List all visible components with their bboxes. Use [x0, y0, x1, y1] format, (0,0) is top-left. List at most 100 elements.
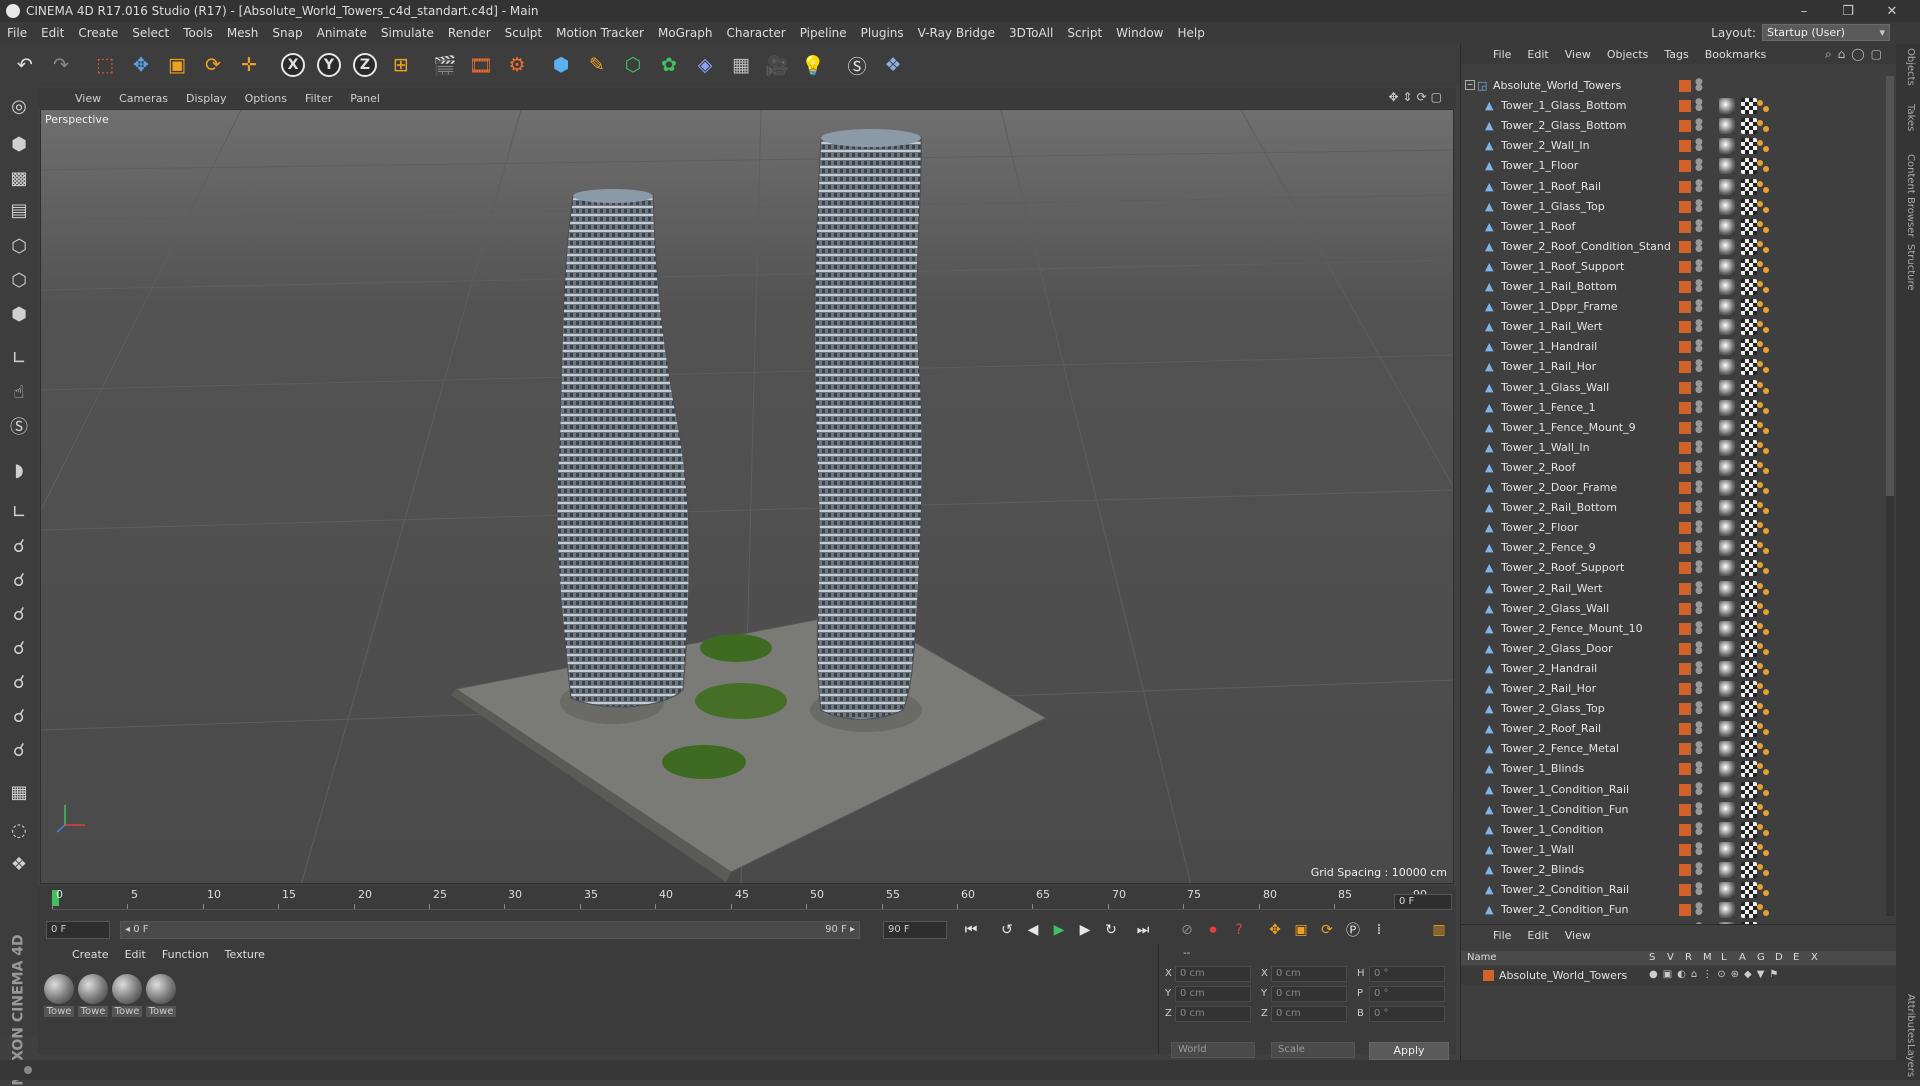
object-name[interactable]: Tower_1_Roof_Rail [1501, 180, 1601, 193]
cube-icon[interactable]: ⬢ [544, 48, 578, 82]
layer-color-icon[interactable] [1679, 763, 1691, 775]
object-name[interactable]: Tower_1_Rail_Hor [1501, 360, 1596, 373]
layer-color-icon[interactable] [1679, 562, 1691, 574]
coord-rotation-field[interactable]: 0 ° [1369, 966, 1445, 982]
visibility-dots-icon[interactable]: ●● [1695, 380, 1703, 395]
material-tag-dot-icon[interactable] [1757, 763, 1763, 769]
material-tag-dot-icon[interactable] [1757, 241, 1763, 247]
phong-tag-icon[interactable] [1719, 440, 1735, 456]
viewport-navigation-icons[interactable]: ✥⇕⟳▢ [1388, 90, 1446, 104]
uvw-tag-icon[interactable] [1741, 621, 1757, 637]
phong-tag-icon[interactable] [1719, 621, 1735, 637]
phong-tag-icon[interactable] [1719, 219, 1735, 235]
material-tag-dot-icon[interactable] [1757, 804, 1763, 810]
uvw-tag-icon[interactable] [1741, 440, 1757, 456]
go-to-end-icon[interactable]: ⏭ [1132, 919, 1154, 941]
layer-column-name[interactable]: Name [1467, 952, 1497, 963]
sculpt-grab-icon[interactable]: ☌ [3, 530, 35, 562]
phong-tag-icon[interactable] [1719, 581, 1735, 597]
object-name[interactable]: Tower_2_Glass_Door [1501, 642, 1613, 655]
layer-color-icon[interactable] [1679, 140, 1691, 152]
layer-color-icon[interactable] [1679, 201, 1691, 213]
end-frame-field[interactable]: 90 F [883, 921, 947, 939]
material-tag-dot-icon[interactable] [1763, 528, 1769, 534]
material-tag-dot-icon[interactable] [1763, 207, 1769, 213]
uvw-tag-icon[interactable] [1741, 480, 1757, 496]
uvw-tag-icon[interactable] [1741, 681, 1757, 697]
viewport-menu-cameras[interactable]: Cameras [110, 92, 177, 105]
material-tag-dot-icon[interactable] [1763, 548, 1769, 554]
visibility-dots-icon[interactable]: ●● [1695, 661, 1703, 676]
phong-tag-icon[interactable] [1719, 661, 1735, 677]
layer-color-icon[interactable] [1679, 341, 1691, 353]
sculpt-knife-icon[interactable]: ☌ [3, 700, 35, 732]
start-frame-field[interactable]: 0 F [46, 921, 110, 939]
object-row[interactable]: ▲ Tower_2_Glass_Bottom ● ● [1461, 116, 1891, 136]
phong-tag-icon[interactable] [1719, 279, 1735, 295]
object-menu-tags[interactable]: Tags [1656, 48, 1696, 61]
visibility-dots-icon[interactable]: ●● [1695, 500, 1703, 515]
object-name[interactable]: Tower_2_Roof [1501, 461, 1575, 474]
scale-icon[interactable]: ▣ [160, 48, 194, 82]
menu-v-ray-bridge[interactable]: V-Ray Bridge [911, 26, 1002, 40]
visibility-dots-icon[interactable]: ●● [1695, 842, 1703, 857]
layer-menu-view[interactable]: View [1557, 929, 1599, 942]
visibility-dots-icon[interactable]: ●● [1695, 862, 1703, 877]
visibility-dots-icon[interactable]: ●● [1695, 440, 1703, 455]
polygons-mode-icon[interactable]: ⬢ [3, 298, 35, 330]
phong-tag-icon[interactable] [1719, 138, 1735, 154]
visibility-dots-icon[interactable]: ●● [1695, 259, 1703, 274]
phong-tag-icon[interactable] [1719, 782, 1735, 798]
visibility-dots-icon[interactable]: ●● [1695, 560, 1703, 575]
object-row[interactable]: ▲ Tower_1_Wall_In ● ● [1461, 438, 1891, 458]
object-name[interactable]: Tower_1_Fence_1 [1501, 401, 1596, 414]
object-row[interactable]: ▲ Tower_1_Handrail ● ● [1461, 337, 1891, 357]
object-row[interactable]: ▲ Tower_1_Condition_Rail ● ● [1461, 780, 1891, 800]
visibility-dots-icon[interactable]: ●● [1695, 118, 1703, 133]
visibility-dots-icon[interactable]: ●● [1695, 581, 1703, 596]
material-tag-dot-icon[interactable] [1757, 522, 1763, 528]
material-tag-dot-icon[interactable] [1757, 442, 1763, 448]
phong-tag-icon[interactable] [1719, 822, 1735, 838]
object-row[interactable]: ▲ Tower_1_Fence_Mount_9 ● ● [1461, 418, 1891, 438]
phong-tag-icon[interactable] [1719, 480, 1735, 496]
object-row[interactable]: ▲ Tower_2_Rail_Bottom ● ● [1461, 498, 1891, 518]
material-tag-dot-icon[interactable] [1757, 361, 1763, 367]
object-name[interactable]: Tower_1_Glass_Wall [1501, 381, 1609, 394]
object-row[interactable]: ▲ Tower_2_Condition_Fun ● ● [1461, 900, 1891, 920]
coord-mode-dropdown[interactable]: Scale [1271, 1042, 1355, 1058]
material-tag-dot-icon[interactable] [1757, 462, 1763, 468]
previous-key-icon[interactable]: ↺ [996, 919, 1018, 941]
object-row[interactable]: ▲ Tower_2_Fence_9 ● ● [1461, 538, 1891, 558]
object-row[interactable]: ▲ Tower_1_Condition ● ● [1461, 820, 1891, 840]
uvw-tag-icon[interactable] [1741, 400, 1757, 416]
visibility-dots-icon[interactable]: ●● [1695, 219, 1703, 234]
uvw-tag-icon[interactable] [1741, 822, 1757, 838]
layer-color-icon[interactable] [1679, 301, 1691, 313]
visibility-dots-icon[interactable]: ●● [1695, 199, 1703, 214]
layer-column-s[interactable]: S [1649, 952, 1655, 963]
uvw-tag-icon[interactable] [1741, 862, 1757, 878]
phong-tag-icon[interactable] [1719, 259, 1735, 275]
uvw-tag-icon[interactable] [1741, 802, 1757, 818]
phong-tag-icon[interactable] [1719, 118, 1735, 134]
object-menu-edit[interactable]: Edit [1519, 48, 1556, 61]
material-menu-edit[interactable]: Edit [117, 948, 154, 961]
uvw-tag-icon[interactable] [1741, 641, 1757, 657]
object-menu-objects[interactable]: Objects [1599, 48, 1657, 61]
layer-menu-edit[interactable]: Edit [1519, 929, 1556, 942]
visibility-dots-icon[interactable]: ●● [1695, 681, 1703, 696]
material-tag-dot-icon[interactable] [1757, 100, 1763, 106]
material-tag-dot-icon[interactable] [1763, 126, 1769, 132]
material-tag-dot-icon[interactable] [1763, 890, 1769, 896]
uvw-tag-icon[interactable] [1741, 701, 1757, 717]
phong-tag-icon[interactable] [1719, 721, 1735, 737]
material-tag-dot-icon[interactable] [1763, 408, 1769, 414]
material-menu-texture[interactable]: Texture [217, 948, 273, 961]
side-tab-objects[interactable]: Objects [1900, 48, 1916, 86]
layer-color-icon[interactable] [1679, 663, 1691, 675]
visibility-dots-icon[interactable]: ●● [1695, 902, 1703, 917]
viewport-menu-view[interactable]: View [66, 92, 110, 105]
object-name[interactable]: Tower_2_Glass_Bottom [1501, 119, 1627, 132]
object-name[interactable]: Tower_1_Blinds [1501, 762, 1584, 775]
